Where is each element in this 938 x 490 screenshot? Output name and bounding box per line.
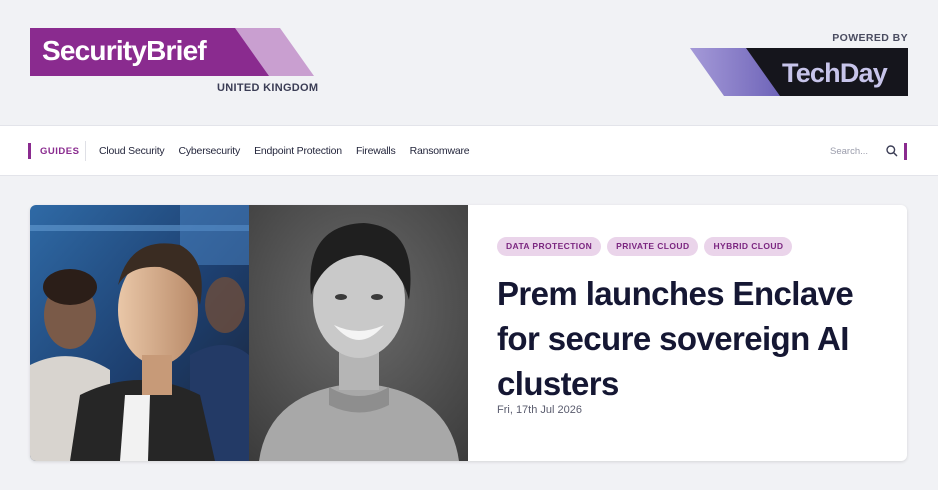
search-icon[interactable] [885, 144, 899, 158]
region-label: UNITED KINGDOM [217, 82, 319, 94]
nav-divider [85, 141, 86, 161]
guides-nav: GUIDES Cloud Security Cybersecurity Endp… [0, 125, 938, 176]
securitybrief-logo[interactable]: SecurityBrief [30, 28, 314, 76]
nav-link-endpoint-protection[interactable]: Endpoint Protection [254, 145, 342, 157]
guides-label[interactable]: GUIDES [40, 146, 79, 157]
nav-link-cybersecurity[interactable]: Cybersecurity [178, 145, 240, 157]
tag-private-cloud[interactable]: PRIVATE CLOUD [607, 237, 699, 256]
article-photo-right[interactable] [249, 205, 468, 461]
article-headline[interactable]: Prem launches Enclave for secure soverei… [497, 271, 887, 406]
powered-by-label: POWERED BY [832, 32, 908, 44]
tag-data-protection[interactable]: DATA PROTECTION [497, 237, 602, 256]
search-accent-bar [904, 143, 907, 160]
search-input[interactable] [830, 143, 878, 159]
site-header: SecurityBrief UNITED KINGDOM POWERED BY … [0, 0, 938, 125]
article-tags: DATA PROTECTION PRIVATE CLOUD HYBRID CLO… [497, 237, 793, 256]
tag-hybrid-cloud[interactable]: HYBRID CLOUD [704, 237, 793, 256]
nav-links: Cloud Security Cybersecurity Endpoint Pr… [99, 145, 470, 157]
techday-logo[interactable]: TechDay [690, 48, 908, 96]
nav-accent-bar [28, 143, 31, 159]
techday-name: TechDay [782, 58, 888, 88]
article-date: Fri, 17th Jul 2026 [497, 404, 582, 416]
article-photo-left[interactable] [30, 205, 249, 461]
featured-article-card[interactable]: DATA PROTECTION PRIVATE CLOUD HYBRID CLO… [30, 205, 907, 461]
brand-name: SecurityBrief [42, 35, 207, 66]
nav-link-cloud-security[interactable]: Cloud Security [99, 145, 165, 157]
nav-link-ransomware[interactable]: Ransomware [410, 145, 470, 157]
nav-link-firewalls[interactable]: Firewalls [356, 145, 396, 157]
